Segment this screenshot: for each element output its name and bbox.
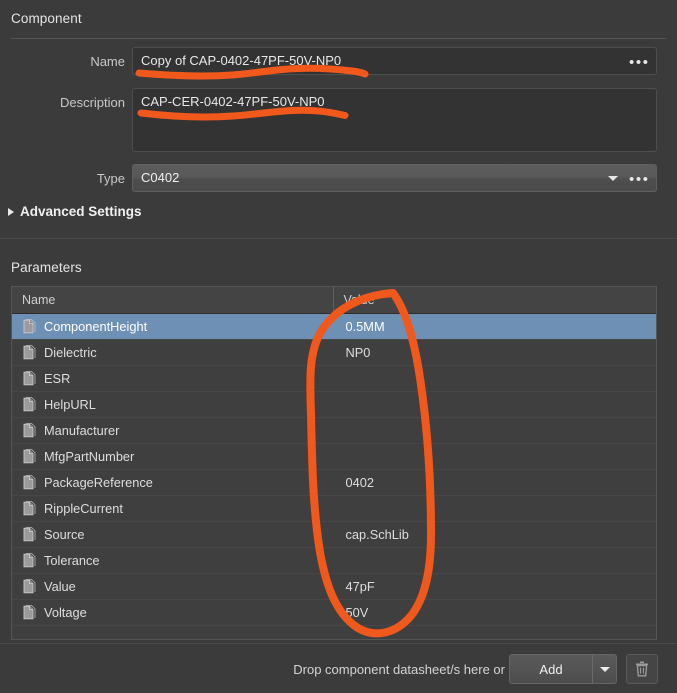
table-header-row: Name Value — [12, 287, 656, 314]
table-row[interactable]: Dielectric NP0 — [12, 340, 656, 366]
document-icon — [23, 605, 36, 620]
parameter-name-text: Value — [44, 579, 76, 594]
table-row[interactable]: Voltage 50V — [12, 600, 656, 626]
name-label: Name — [90, 54, 125, 69]
add-datasheet-group[interactable]: Add — [509, 654, 617, 684]
document-icon — [23, 501, 36, 516]
name-more-button[interactable]: ••• — [629, 55, 650, 70]
parameter-name-cell[interactable]: RippleCurrent — [12, 501, 333, 516]
table-row[interactable]: Manufacturer — [12, 418, 656, 444]
parameter-value-cell[interactable]: 50V — [333, 605, 657, 620]
parameter-name-text: Manufacturer — [44, 423, 120, 438]
add-dropdown-button[interactable] — [592, 655, 616, 683]
component-editor-panel: Component Name Copy of CAP-0402-47PF-50V… — [0, 0, 677, 693]
parameter-name-text: Dielectric — [44, 345, 97, 360]
parameter-name-cell[interactable]: Value — [12, 579, 333, 594]
document-icon — [23, 423, 36, 438]
document-icon — [23, 475, 36, 490]
parameters-section-title: Parameters — [11, 260, 82, 275]
parameter-name-cell[interactable]: Voltage — [12, 605, 333, 620]
name-input[interactable]: Copy of CAP-0402-47PF-50V-NP0 — [132, 47, 657, 75]
parameter-name-cell[interactable]: Dielectric — [12, 345, 333, 360]
parameter-name-text: ComponentHeight — [44, 319, 148, 334]
parameter-name-text: Voltage — [44, 605, 87, 620]
parameter-value-cell[interactable]: cap.SchLib — [333, 527, 657, 542]
advanced-divider — [0, 238, 677, 239]
chevron-down-icon — [599, 666, 610, 672]
parameter-name-cell[interactable]: ESR — [12, 371, 333, 386]
parameter-name-cell[interactable]: Source — [12, 527, 333, 542]
parameter-value-cell[interactable]: 0.5MM — [333, 319, 657, 334]
parameter-name-text: PackageReference — [44, 475, 153, 490]
column-header-value[interactable]: Value — [332, 287, 657, 313]
document-icon — [23, 371, 36, 386]
parameter-name-text: MfgPartNumber — [44, 449, 135, 464]
parameter-name-cell[interactable]: PackageReference — [12, 475, 333, 490]
parameter-name-cell[interactable]: MfgPartNumber — [12, 449, 333, 464]
table-row[interactable]: MfgPartNumber — [12, 444, 656, 470]
parameter-name-text: HelpURL — [44, 397, 96, 412]
advanced-settings-label: Advanced Settings — [20, 204, 142, 219]
delete-datasheet-button[interactable] — [626, 654, 658, 684]
parameters-table[interactable]: Name Value ComponentHeight 0.5MM Dielectri… — [11, 286, 657, 640]
table-row[interactable]: Value 47pF — [12, 574, 656, 600]
type-more-button[interactable]: ••• — [629, 172, 650, 187]
parameter-name-cell[interactable]: Manufacturer — [12, 423, 333, 438]
parameter-name-text: Tolerance — [44, 553, 100, 568]
parameter-value-cell[interactable]: 0402 — [333, 475, 657, 490]
advanced-settings-expander[interactable]: Advanced Settings — [8, 204, 142, 219]
trash-icon — [636, 661, 648, 677]
document-icon — [23, 553, 36, 568]
parameter-name-cell[interactable]: ComponentHeight — [12, 319, 333, 334]
document-icon — [23, 397, 36, 412]
parameter-name-text: Source — [44, 527, 85, 542]
document-icon — [23, 345, 36, 360]
footer-divider — [0, 643, 677, 644]
parameter-name-cell[interactable]: Tolerance — [12, 553, 333, 568]
table-row[interactable]: ESR — [12, 366, 656, 392]
chevron-down-icon[interactable] — [608, 176, 618, 181]
parameter-name-cell[interactable]: HelpURL — [12, 397, 333, 412]
parameter-name-text: RippleCurrent — [44, 501, 123, 516]
table-row[interactable]: HelpURL — [12, 392, 656, 418]
description-input[interactable]: CAP-CER-0402-47PF-50V-NP0 — [132, 88, 657, 152]
parameter-name-text: ESR — [44, 371, 71, 386]
document-icon — [23, 527, 36, 542]
type-combobox[interactable]: C0402 — [132, 164, 657, 192]
parameter-value-cell[interactable]: 47pF — [333, 579, 657, 594]
table-empty-row[interactable] — [12, 626, 656, 639]
document-icon — [23, 319, 36, 334]
component-section-title: Component — [11, 11, 82, 26]
column-header-name[interactable]: Name — [12, 287, 333, 313]
document-icon — [23, 579, 36, 594]
table-body: ComponentHeight 0.5MM Dielectric NP0 ESR Help… — [12, 314, 656, 639]
parameter-value-cell[interactable]: NP0 — [333, 345, 657, 360]
table-row[interactable]: ComponentHeight 0.5MM — [12, 314, 656, 340]
table-row[interactable]: RippleCurrent — [12, 496, 656, 522]
table-row[interactable]: Tolerance — [12, 548, 656, 574]
type-label: Type — [96, 171, 125, 186]
add-button[interactable]: Add — [510, 655, 592, 683]
table-row[interactable]: Source cap.SchLib — [12, 522, 656, 548]
description-label: Description — [59, 95, 125, 110]
component-divider — [11, 38, 666, 39]
table-row[interactable]: PackageReference 0402 — [12, 470, 656, 496]
drop-datasheet-hint: Drop component datasheet/s here or — [293, 662, 505, 677]
triangle-right-icon — [8, 207, 14, 216]
document-icon — [23, 449, 36, 464]
